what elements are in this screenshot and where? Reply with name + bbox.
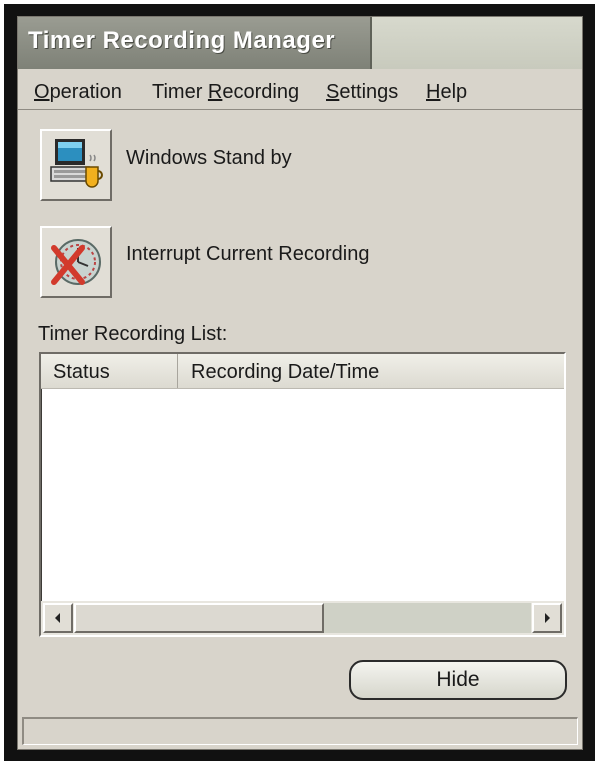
- scroll-left-button[interactable]: [43, 603, 73, 633]
- scroll-thumb[interactable]: [74, 603, 324, 633]
- window-title: Timer Recording Manager: [28, 27, 336, 54]
- status-bar: [22, 717, 578, 745]
- list-header: Status Recording Date/Time: [41, 354, 564, 389]
- interrupt-recording-button[interactable]: [40, 226, 112, 298]
- scroll-track[interactable]: [324, 603, 531, 633]
- windows-standby-button[interactable]: [40, 129, 112, 201]
- menu-help-label-rest: elp: [440, 81, 468, 103]
- column-status[interactable]: Status: [41, 354, 178, 388]
- arrow-left-icon: [55, 613, 60, 623]
- title-bar[interactable]: Timer Recording Manager: [18, 17, 582, 69]
- title-tab: Timer Recording Manager: [18, 17, 372, 69]
- timer-recording-list[interactable]: Status Recording Date/Time: [39, 352, 566, 637]
- title-bar-fill: [372, 17, 582, 69]
- menu-timer-recording-mnemonic: R: [207, 81, 223, 103]
- menu-timer-recording-label-b: ecording: [222, 81, 300, 103]
- menu-timer-recording[interactable]: Timer Recording: [152, 81, 299, 104]
- computer-coffee-icon: [50, 139, 103, 188]
- interrupt-recording-label: Interrupt Current Recording: [126, 243, 370, 265]
- menu-timer-recording-label-a: Timer: [152, 81, 208, 103]
- menu-bar: Operation Timer Recording Settings Help: [18, 73, 582, 110]
- menu-settings[interactable]: Settings: [326, 81, 398, 104]
- menu-operation-label-rest: peration: [49, 81, 122, 103]
- timer-recording-manager-window: Timer Recording Manager Operation Timer …: [17, 16, 583, 750]
- arrow-right-icon: [545, 613, 550, 623]
- interrupt-clock-icon: [51, 239, 101, 285]
- menu-settings-label-rest: ettings: [339, 81, 399, 103]
- scroll-right-button[interactable]: [532, 603, 562, 633]
- menu-settings-mnemonic: S: [326, 81, 340, 103]
- timer-recording-list-label: Timer Recording List:: [38, 323, 228, 345]
- menu-help-mnemonic: H: [426, 81, 441, 103]
- menu-operation-mnemonic: O: [34, 81, 50, 103]
- menu-help[interactable]: Help: [426, 81, 467, 104]
- column-recording-datetime[interactable]: Recording Date/Time: [179, 354, 564, 388]
- hide-button[interactable]: Hide: [349, 660, 567, 700]
- horizontal-scrollbar[interactable]: [41, 601, 564, 635]
- menu-operation[interactable]: Operation: [34, 81, 122, 104]
- windows-standby-label: Windows Stand by: [126, 147, 292, 169]
